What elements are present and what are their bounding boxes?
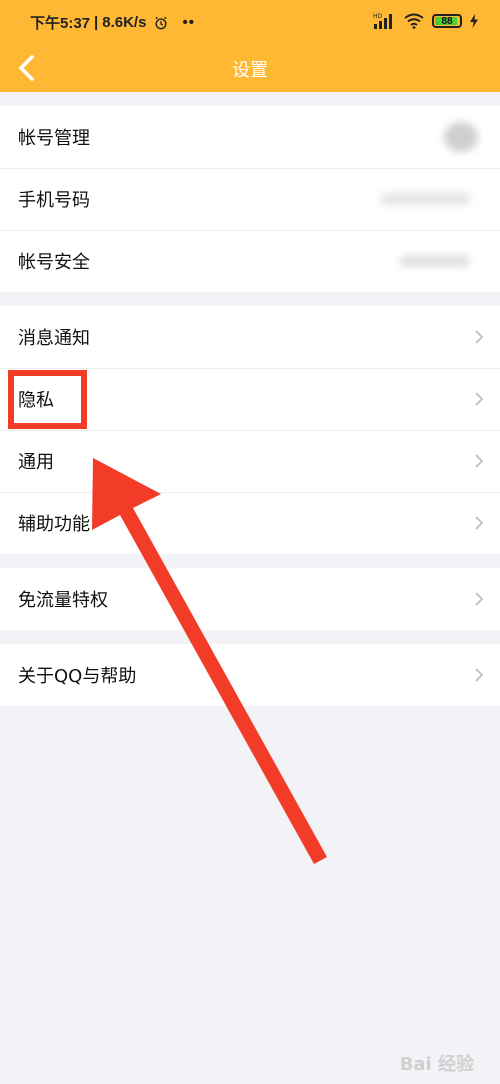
red-arrow-icon <box>92 458 327 864</box>
watermark-text: Bai 经验 <box>399 1054 474 1075</box>
baidu-watermark: Bai 经验 <box>400 1050 474 1076</box>
